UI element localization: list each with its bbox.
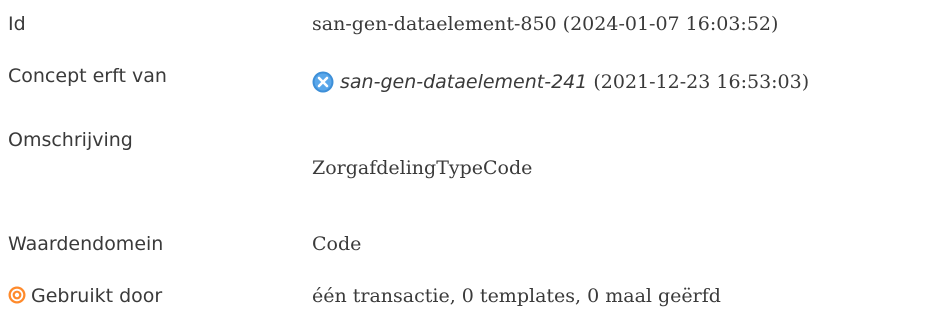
- description-label: Omschrijving: [8, 129, 133, 151]
- inherits-date: (2021-12-23 16:53:03): [587, 71, 810, 93]
- inherits-link[interactable]: san-gen-dataelement-241: [340, 71, 587, 93]
- used-by-label-wrap: Gebruikt door: [8, 284, 162, 308]
- inherits-value: san-gen-dataelement-241 (2021-12-23 16:5…: [312, 70, 809, 94]
- x-circle-icon[interactable]: [312, 71, 334, 93]
- valuedomain-value: Code: [312, 233, 362, 255]
- inherits-label: Concept erft van: [8, 65, 167, 87]
- target-icon: [8, 286, 26, 304]
- id-value: san-gen-dataelement-850 (2024-01-07 16:0…: [312, 13, 779, 35]
- used-by-value: één transactie, 0 templates, 0 maal geër…: [312, 285, 721, 307]
- id-label: Id: [8, 13, 26, 35]
- valuedomain-label: Waardendomein: [8, 233, 164, 255]
- used-by-label: Gebruikt door: [31, 285, 163, 307]
- description-value: ZorgafdelingTypeCode: [312, 157, 533, 179]
